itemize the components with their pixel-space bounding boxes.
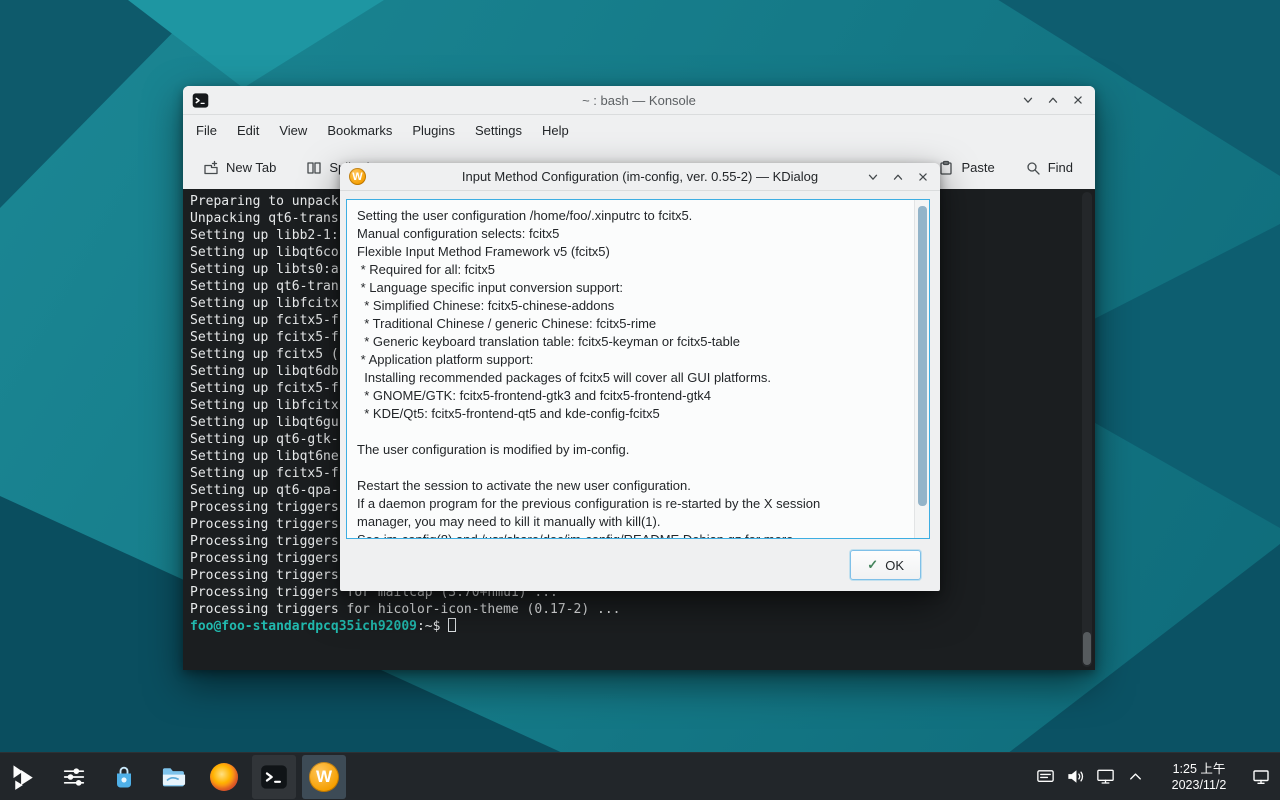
dialog-message-line: * Simplified Chinese: fcitx5-chinese-add… [357, 297, 907, 315]
dialog-maximize-button[interactable] [889, 168, 907, 186]
im-config-dialog: W Input Method Configuration (im-config,… [340, 163, 940, 591]
system-tray [1030, 755, 1150, 799]
display-tray-icon[interactable] [1090, 755, 1120, 799]
im-config-app-icon: W [349, 168, 366, 185]
prompt-path: :~$ [417, 619, 440, 634]
dialog-message-line [357, 459, 907, 477]
dialog-message-line: Restart the session to activate the new … [357, 477, 907, 495]
dialog-message-line [357, 423, 907, 441]
ok-button[interactable]: ✓ OK [850, 550, 921, 580]
konsole-close-button[interactable] [1069, 91, 1087, 109]
ok-check-icon: ✓ [867, 557, 878, 573]
menu-item[interactable]: Edit [227, 118, 269, 143]
terminal-cursor [448, 618, 456, 632]
ok-label: OK [885, 558, 904, 573]
dialog-message-line: If a daemon program for the previous con… [357, 495, 907, 513]
new-tab-label: New Tab [226, 160, 276, 175]
show-desktop-icon [1252, 768, 1270, 786]
menu-item[interactable]: File [186, 118, 227, 143]
folder-dolphin-icon [160, 763, 188, 791]
paste-icon [938, 160, 954, 176]
dialog-message-line: * Language specific input conversion sup… [357, 279, 907, 297]
dolphin-launcher[interactable] [152, 755, 196, 799]
konsole-menubar: FileEditViewBookmarksPluginsSettingsHelp [183, 115, 1095, 146]
konsole-minimize-button[interactable] [1019, 91, 1037, 109]
dialog-scrollbar[interactable] [914, 200, 929, 538]
konsole-app-icon [192, 92, 209, 109]
prompt-user-host: foo@foo-standardpcq35ich92009 [190, 619, 417, 634]
terminal-scrollbar-handle[interactable] [1083, 632, 1091, 665]
dialog-message-text: Setting the user configuration /home/foo… [357, 207, 907, 539]
terminal-scrollbar[interactable] [1082, 192, 1092, 667]
konsole-task[interactable] [252, 755, 296, 799]
dialog-message-line: Flexible Input Method Framework v5 (fcit… [357, 243, 907, 261]
menu-item[interactable]: View [269, 118, 317, 143]
discover-launcher[interactable] [102, 755, 146, 799]
clock-time: 1:25 上午 [1156, 761, 1242, 777]
volume-tray-icon[interactable] [1060, 755, 1090, 799]
taskbar: W 1:25 上午 2023/11/2 [0, 752, 1280, 800]
dialog-message-line: The user configuration is modified by im… [357, 441, 907, 459]
paste-label: Paste [961, 160, 994, 175]
dialog-message-line: * GNOME/GTK: fcitx5-frontend-gtk3 and fc… [357, 387, 907, 405]
terminal-prompt-line: foo@foo-standardpcq35ich92009:~$ [190, 618, 1095, 635]
dialog-message-line: See im-config(8) and /usr/share/doc/im-c… [357, 531, 907, 539]
menu-item[interactable]: Bookmarks [317, 118, 402, 143]
dialog-message-line: Setting the user configuration /home/foo… [357, 207, 907, 225]
sliders-icon [60, 763, 88, 791]
tray-expand-arrow[interactable] [1120, 755, 1150, 799]
menu-item[interactable]: Plugins [402, 118, 465, 143]
dialog-message-line: * Generic keyboard translation table: fc… [357, 333, 907, 351]
kde-launcher-icon [10, 763, 38, 791]
new-tab-button[interactable]: New Tab [195, 154, 284, 182]
dialog-message-area[interactable]: Setting the user configuration /home/foo… [346, 199, 930, 539]
konsole-titlebar[interactable]: ~ : bash — Konsole [183, 86, 1095, 115]
new-tab-icon [203, 160, 219, 176]
terminal-line: Processing triggers for hicolor-icon-the… [190, 601, 1095, 618]
dialog-message-line: manager, you may need to kill it manuall… [357, 513, 907, 531]
find-icon [1025, 160, 1041, 176]
dialog-message-line: * Required for all: fcitx5 [357, 261, 907, 279]
dialog-message-line: * Traditional Chinese / generic Chinese:… [357, 315, 907, 333]
dialog-scrollbar-handle[interactable] [918, 206, 927, 506]
firefox-icon [210, 763, 238, 791]
paste-button[interactable]: Paste [930, 154, 1002, 182]
find-label: Find [1048, 160, 1073, 175]
im-config-task-icon: W [309, 762, 339, 792]
show-desktop-button[interactable] [1248, 755, 1274, 799]
konsole-maximize-button[interactable] [1044, 91, 1062, 109]
task-manager-settings-button[interactable] [52, 755, 96, 799]
konsole-icon [260, 763, 288, 791]
clock-date: 2023/11/2 [1156, 777, 1242, 793]
discover-icon [110, 763, 138, 791]
dialog-message-line: * KDE/Qt5: fcitx5-frontend-qt5 and kde-c… [357, 405, 907, 423]
split-view-icon [306, 160, 322, 176]
dialog-message-line: * Application platform support: [357, 351, 907, 369]
dialog-message-line: Installing recommended packages of fcitx… [357, 369, 907, 387]
dialog-close-button[interactable] [914, 168, 932, 186]
notifications-tray-icon[interactable] [1030, 755, 1060, 799]
digital-clock[interactable]: 1:25 上午 2023/11/2 [1156, 761, 1242, 793]
menu-item[interactable]: Settings [465, 118, 532, 143]
dialog-minimize-button[interactable] [864, 168, 882, 186]
find-button[interactable]: Find [1017, 154, 1081, 182]
firefox-launcher[interactable] [202, 755, 246, 799]
menu-item[interactable]: Help [532, 118, 579, 143]
app-launcher-button[interactable] [2, 755, 46, 799]
konsole-window-title: ~ : bash — Konsole [183, 93, 1095, 108]
im-config-dialog-task[interactable]: W [302, 755, 346, 799]
dialog-window-title: Input Method Configuration (im-config, v… [340, 169, 940, 184]
dialog-titlebar[interactable]: W Input Method Configuration (im-config,… [340, 163, 940, 191]
dialog-message-line: Manual configuration selects: fcitx5 [357, 225, 907, 243]
